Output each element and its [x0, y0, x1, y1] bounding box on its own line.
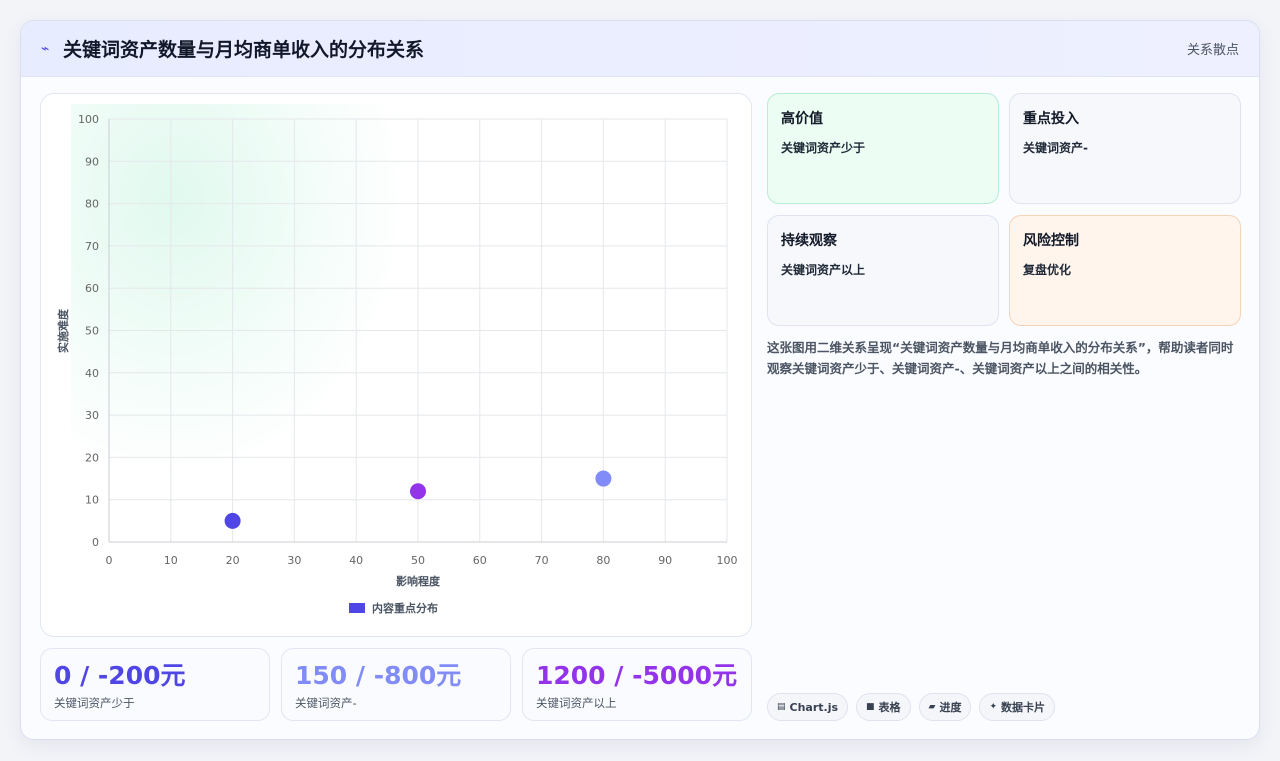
x-axis-label: 影响程度 — [396, 574, 441, 588]
quadrant-title: 重点投入 — [1023, 111, 1079, 127]
stat-value: 150 / -800元 — [295, 661, 462, 690]
chart-icon: ▤ — [777, 702, 786, 712]
chip-label: 表格 — [878, 701, 901, 714]
quadrant-card-high-value: 高价值 关键词资产少于 — [767, 93, 999, 204]
y-tick-label: 40 — [85, 367, 99, 380]
y-tick-label: 100 — [78, 113, 99, 126]
stat-label: 关键词资产- — [295, 696, 357, 710]
y-axis-label: 实施难度 — [56, 308, 70, 353]
x-tick-label: 60 — [473, 554, 487, 567]
quadrant-desc: 复盘优化 — [1023, 263, 1072, 277]
x-tick-label: 0 — [106, 554, 113, 567]
stat-value: 0 / -200元 — [54, 661, 186, 690]
stat-label: 关键词资产少于 — [54, 696, 135, 710]
y-tick-label: 20 — [85, 451, 99, 464]
quadrant-desc: 关键词资产以上 — [781, 263, 866, 277]
stat-value: 1200 / -5000元 — [536, 661, 738, 690]
x-tick-label: 10 — [164, 554, 178, 567]
quadrant-title: 风险控制 — [1023, 233, 1079, 249]
y-tick-label: 90 — [85, 155, 99, 168]
x-tick-label: 80 — [596, 554, 610, 567]
chart-type-tag: 关系散点 — [1186, 43, 1239, 58]
sparkle-icon: ✦ — [989, 702, 998, 712]
x-tick-label: 50 — [411, 554, 425, 567]
y-tick-label: 80 — [85, 198, 99, 211]
table-icon: ■ — [866, 702, 875, 712]
card-header: ⌁ 关键词资产数量与月均商单收入的分布关系 关系散点 — [21, 21, 1259, 77]
y-tick-label: 30 — [85, 409, 99, 422]
x-tick-label: 90 — [658, 554, 672, 567]
chart-panel: 0 10 20 30 40 50 60 70 80 90 100 0 10 20 30 40 50 60 70 80 9… — [40, 93, 752, 637]
chip-table[interactable]: ■ 表格 — [856, 693, 911, 721]
y-tick-label: 50 — [85, 325, 99, 338]
chart-description: 这张图用二维关系呈现“关键词资产数量与月均商单收入的分布关系”，帮助读者同时观察… — [767, 340, 1234, 376]
y-tick-label: 0 — [92, 536, 99, 549]
quadrant-title: 高价值 — [781, 111, 823, 127]
legend-label[interactable]: 内容重点分布 — [372, 601, 438, 615]
x-tick-label: 70 — [535, 554, 549, 567]
chip-data-card[interactable]: ✦ 数据卡片 — [979, 693, 1056, 721]
chip-progress[interactable]: ▰ 进度 — [918, 693, 972, 721]
quadrant-card-risk: 风险控制 复盘优化 — [1009, 215, 1241, 326]
progress-icon: ▰ — [928, 702, 936, 712]
x-tick-label: 20 — [226, 554, 240, 567]
stat-card-1: 0 / -200元 关键词资产少于 — [40, 648, 270, 721]
quadrant-title: 持续观察 — [781, 233, 837, 249]
scatter-point[interactable] — [595, 470, 612, 487]
stat-card-2: 150 / -800元 关键词资产- — [281, 648, 511, 721]
x-tick-label: 40 — [349, 554, 363, 567]
y-tick-label: 10 — [85, 494, 99, 507]
main-card: ⌁ 关键词资产数量与月均商单收入的分布关系 关系散点 0 10 20 30 40 50 60… — [20, 20, 1260, 740]
page-title: 关键词资产数量与月均商单收入的分布关系 — [63, 39, 425, 61]
scatter-point[interactable] — [410, 483, 426, 500]
pulse-icon: ⌁ — [41, 40, 50, 57]
chip-label: Chart.js — [789, 700, 839, 714]
quadrant-desc: 关键词资产少于 — [781, 141, 866, 155]
x-tick-label: 30 — [287, 554, 301, 567]
chip-row: ▤ Chart.js ■ 表格 ▰ 进度 ✦ 数据卡片 — [767, 693, 1056, 721]
stat-card-3: 1200 / -5000元 关键词资产以上 — [522, 648, 752, 721]
stat-label: 关键词资产以上 — [536, 696, 617, 710]
chip-label: 数据卡片 — [1001, 701, 1046, 714]
quadrant-card-observe: 持续观察 关键词资产以上 — [767, 215, 999, 326]
legend-swatch[interactable] — [349, 603, 365, 613]
y-tick-label: 60 — [85, 282, 99, 295]
chip-label: 进度 — [939, 701, 962, 714]
scatter-point[interactable] — [224, 512, 241, 529]
quadrant-desc: 关键词资产- — [1023, 141, 1088, 155]
chip-chartjs[interactable]: ▤ Chart.js — [767, 693, 849, 721]
y-tick-label: 70 — [85, 240, 99, 253]
quadrant-card-key-invest: 重点投入 关键词资产- — [1009, 93, 1241, 204]
x-tick-label: 100 — [717, 554, 738, 567]
scatter-chart: 0 10 20 30 40 50 60 70 80 90 100 0 10 20 30 40 50 60 70 80 9… — [56, 113, 738, 615]
